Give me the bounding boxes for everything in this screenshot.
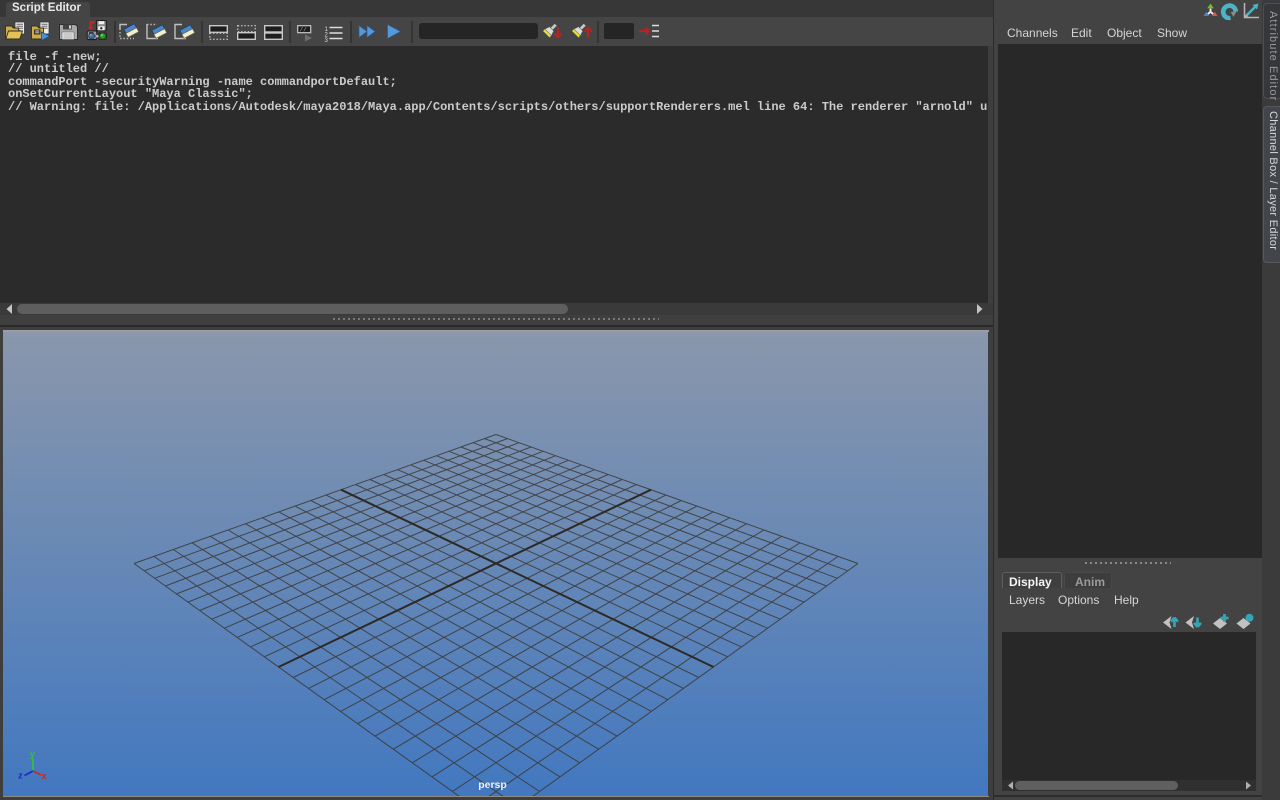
svg-text:3: 3 xyxy=(325,38,329,44)
svg-text:y: y xyxy=(30,749,36,760)
svg-text://: // xyxy=(300,27,308,34)
